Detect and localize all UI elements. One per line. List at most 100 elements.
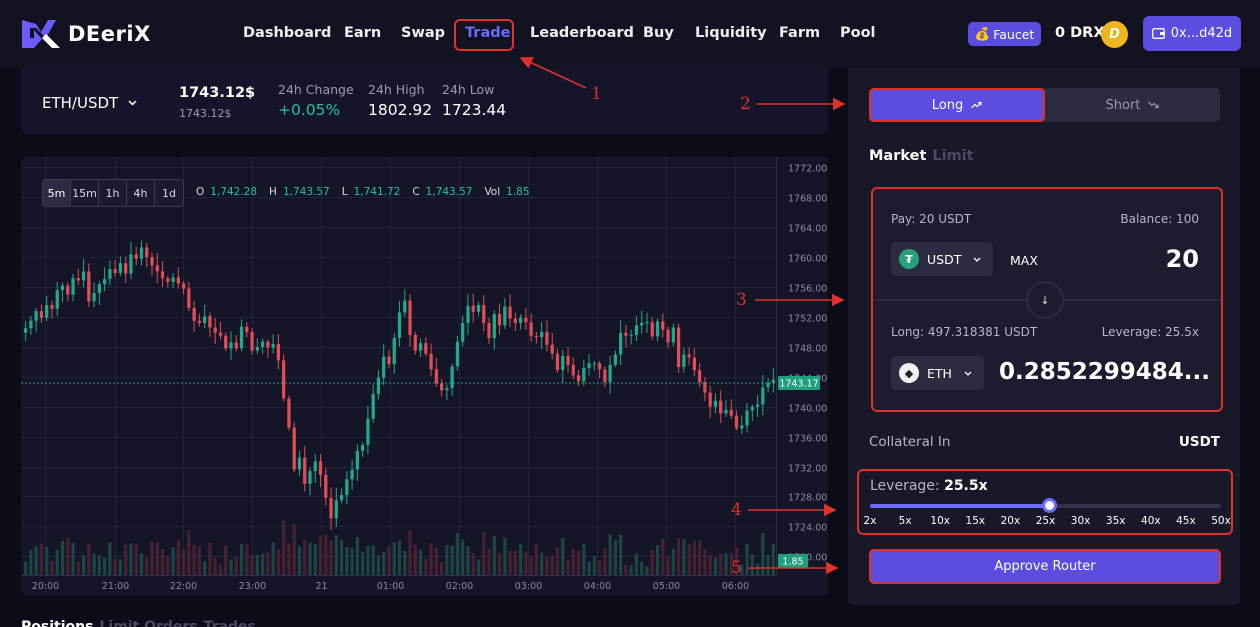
timeframe-15m[interactable]: 15m	[71, 180, 99, 206]
volume-bar	[134, 543, 138, 575]
timeframe-1h[interactable]: 1h	[99, 180, 127, 206]
x-axis-tick-label: 23:00	[239, 581, 266, 592]
nav-swap[interactable]: Swap	[401, 25, 445, 41]
short-button[interactable]: Short	[1045, 88, 1220, 122]
ohlc-vol: 1.85	[506, 186, 530, 198]
faucet-button[interactable]: 💰 Faucet	[968, 22, 1041, 46]
volume-bar	[76, 561, 80, 575]
volume-bar	[497, 552, 502, 575]
candle-body	[213, 327, 217, 333]
volume-bar	[92, 553, 96, 575]
candle-body	[403, 300, 407, 313]
brand-logo[interactable]: DEeriX	[20, 18, 151, 50]
leverage-tick-label[interactable]: 20x	[1001, 515, 1021, 527]
current-price-usd: 1743.12$	[179, 107, 232, 120]
volume-bar	[271, 542, 275, 575]
nav-buy[interactable]: Buy	[643, 25, 674, 41]
drx-balance: 0 DRX	[1055, 25, 1105, 41]
tab-positions[interactable]: Positions	[21, 619, 93, 627]
volume-bar	[597, 560, 602, 575]
price-chart[interactable]: 1772.00 1768.00 1764.00 1760.00 1756.00 1752.…	[21, 157, 828, 595]
volume-bar	[334, 535, 338, 575]
candlestick-chart[interactable]: 1772.00 1768.00 1764.00 1760.00 1756.00 1752.…	[21, 157, 828, 595]
volume-bar	[160, 549, 165, 575]
ohlc-low: 1,741.72	[353, 186, 401, 198]
candle-body	[671, 327, 675, 343]
timeframe-4h[interactable]: 4h	[127, 180, 155, 206]
collateral-value[interactable]: USDT	[1179, 434, 1220, 450]
candle-body	[487, 323, 491, 338]
volume-bar	[387, 546, 391, 575]
volume-bar	[197, 546, 202, 575]
candle-body	[134, 254, 138, 259]
candle-body	[55, 290, 59, 309]
nav-farm[interactable]: Farm	[779, 25, 820, 41]
volume-bar	[371, 545, 375, 575]
candle-body	[166, 278, 170, 282]
candle-body	[87, 271, 91, 302]
long-label: Long	[931, 97, 964, 113]
candle-body	[524, 317, 528, 323]
leverage-tick-label[interactable]: 5x	[899, 515, 912, 527]
tab-market[interactable]: Market	[869, 148, 926, 164]
candle-body	[45, 305, 49, 318]
max-button[interactable]: MAX	[1010, 253, 1038, 268]
long-button[interactable]: Long	[869, 88, 1045, 122]
timeframe-1d[interactable]: 1d	[155, 180, 183, 206]
volume-bar	[708, 554, 712, 575]
annotation-number-5: 5	[731, 558, 742, 578]
pay-token-select[interactable]: ₮ USDT	[891, 242, 993, 276]
candle-body	[371, 394, 375, 419]
volume-bar	[303, 539, 307, 575]
candle-body	[329, 497, 333, 519]
tab-limit-orders[interactable]: Limit Orders	[99, 619, 197, 627]
leverage-slider-fill	[870, 504, 1049, 508]
nav-leaderboard[interactable]: Leaderboard	[530, 25, 634, 41]
leverage-tick-label[interactable]: 10x	[930, 515, 950, 527]
volume-bar	[513, 550, 517, 575]
approve-router-button[interactable]: Approve Router	[869, 549, 1221, 584]
tab-trades[interactable]: Trades	[204, 619, 256, 627]
candle-body	[66, 285, 70, 295]
candle-body	[334, 500, 338, 519]
volume-bar	[629, 564, 633, 575]
y-axis-tick-label: 1764.00	[788, 224, 827, 235]
nav-dashboard[interactable]: Dashboard	[243, 25, 331, 41]
arrow-down-icon: ↓	[1040, 293, 1050, 307]
volume-bar	[355, 537, 360, 575]
candle-body	[503, 306, 507, 326]
swap-direction-button[interactable]: ↓	[1026, 281, 1064, 319]
leverage-slider[interactable]	[870, 498, 1221, 513]
leverage-tick-label[interactable]: 45x	[1176, 515, 1196, 527]
pair-selector[interactable]: ETH/USDT	[42, 94, 137, 112]
x-axis-tick-label: 05:00	[653, 581, 680, 592]
leverage-tick-label[interactable]: 25x	[1036, 515, 1056, 527]
short-label: Short	[1105, 97, 1141, 113]
pay-amount-input[interactable]: 20	[1166, 245, 1199, 273]
leverage-slider-handle[interactable]	[1042, 498, 1057, 513]
timeframe-5m[interactable]: 5m	[43, 180, 71, 206]
volume-bar	[761, 533, 765, 575]
ohlc-low-label: L	[341, 186, 348, 198]
wallet-icon	[1151, 28, 1165, 39]
leverage-tick-label[interactable]: 15x	[966, 515, 986, 527]
candle-body	[513, 318, 517, 324]
leverage-tick-label[interactable]: 50x	[1211, 515, 1231, 527]
leverage-tick-label[interactable]: 30x	[1071, 515, 1091, 527]
candle-body	[339, 494, 344, 501]
nav-pool[interactable]: Pool	[840, 25, 876, 41]
leverage-tick-label[interactable]: 40x	[1141, 515, 1161, 527]
wallet-button[interactable]: 0x...d42d	[1143, 16, 1241, 51]
leverage-tick-label[interactable]: 2x	[864, 515, 877, 527]
nav-liquidity[interactable]: Liquidity	[695, 25, 767, 41]
leverage-tick-label[interactable]: 35x	[1106, 515, 1126, 527]
candle-body	[113, 269, 117, 273]
volume-bar	[392, 542, 396, 575]
tab-limit[interactable]: Limit	[932, 148, 973, 164]
volume-bar	[550, 555, 554, 575]
nav-earn[interactable]: Earn	[344, 25, 381, 41]
y-axis-tick-label: 1736.00	[788, 434, 827, 445]
receive-token-select[interactable]: ◆ ETH	[891, 356, 984, 390]
volume-bar	[155, 542, 159, 575]
volume-bar	[97, 555, 101, 575]
